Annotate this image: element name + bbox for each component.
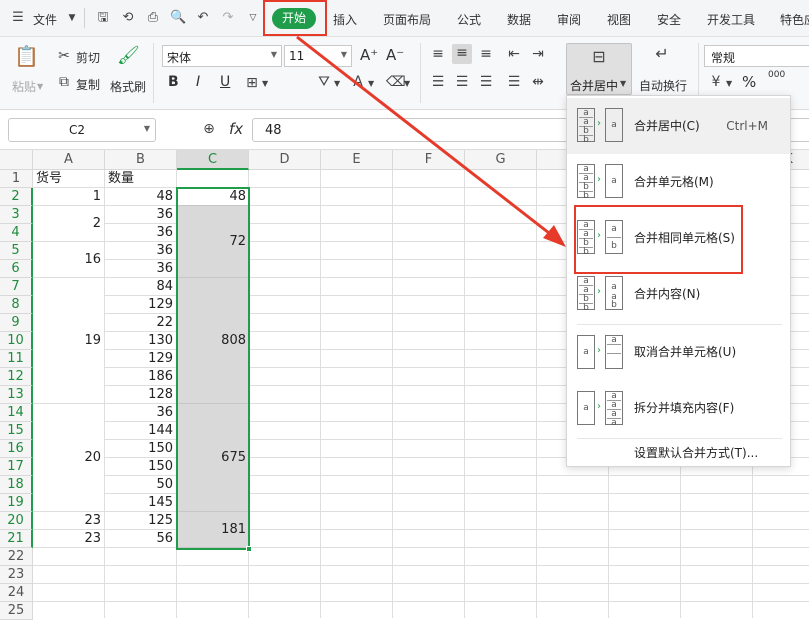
menu-item-label: 拆分并填充内容(F) (634, 401, 735, 415)
merge-after-icon: a (605, 108, 623, 142)
merge-dropdown-menu: aabb › a 合并居中(C) Ctrl+M aabb › a 合并单元格(M… (566, 95, 791, 467)
split-after-icon: aaaa (605, 391, 623, 428)
menu-item-merge-content[interactable]: aabb › aab 合并内容(N) (567, 266, 790, 322)
merge-after-icon: a (605, 164, 623, 198)
menu-item-label: 合并内容(N) (634, 287, 701, 301)
arrow-right-icon: › (597, 174, 601, 185)
menu-item-default-merge-setting[interactable]: 设置默认合并方式(T)... (634, 444, 758, 461)
merge-after-icon: aab (605, 276, 623, 310)
merge-before-icon: aabb (577, 108, 595, 145)
menu-item-merge-center[interactable]: aabb › a 合并居中(C) Ctrl+M (567, 98, 790, 154)
unmerge-before-icon: a (577, 335, 595, 369)
menu-item-label: 合并居中(C) (634, 119, 700, 133)
arrow-right-icon: › (597, 118, 601, 129)
arrow-right-icon: › (597, 345, 601, 356)
menu-item-label: 取消合并单元格(U) (634, 345, 737, 359)
menu-divider (577, 438, 782, 439)
merge-before-icon: aabb (577, 164, 595, 201)
split-before-icon: a (577, 391, 595, 425)
menu-item-split-fill[interactable]: a › aaaa 拆分并填充内容(F) (567, 380, 790, 436)
unmerge-after-icon: a (605, 335, 623, 369)
arrow-right-icon: › (597, 286, 601, 297)
menu-item-label: 合并单元格(M) (634, 175, 714, 189)
annotation-box-merge-same (574, 205, 743, 274)
menu-item-merge-cells[interactable]: aabb › a 合并单元格(M) (567, 154, 790, 210)
arrow-right-icon: › (597, 401, 601, 412)
menu-item-unmerge-cells[interactable]: a › a 取消合并单元格(U) (567, 324, 790, 380)
merge-before-icon: aabb (577, 276, 595, 313)
menu-item-shortcut: Ctrl+M (726, 119, 768, 133)
